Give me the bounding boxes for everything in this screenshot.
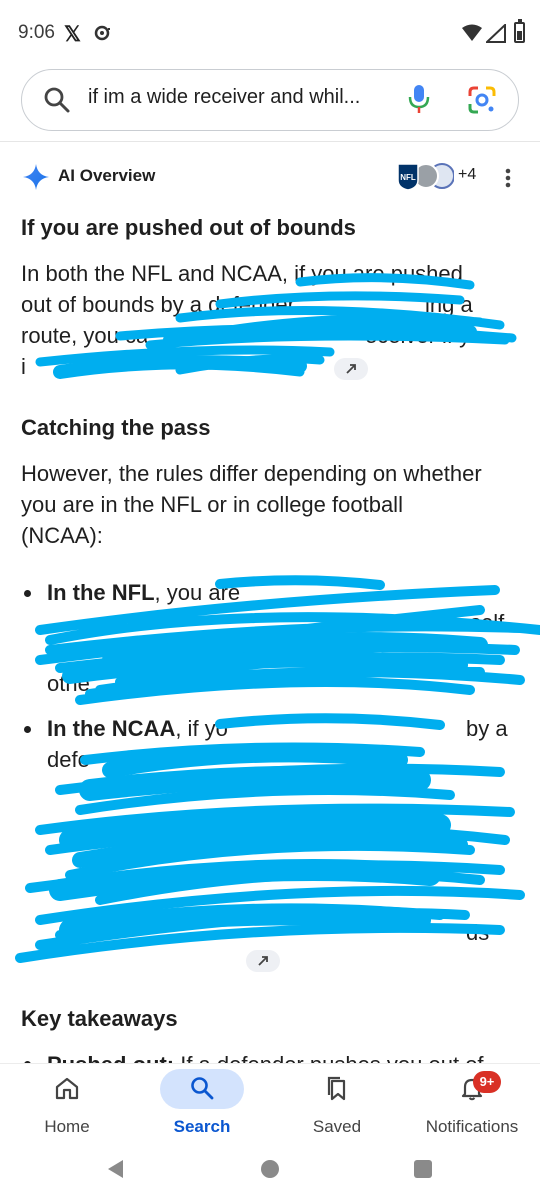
nav-home-label: Home [44,1117,90,1136]
search-icon [191,1077,214,1100]
section1-line2-tail: ing a [425,292,473,317]
battery-icon [514,19,525,43]
bullet1-rest: , you are [154,580,241,605]
search-icon[interactable] [43,86,71,114]
home-system-icon[interactable] [261,1160,279,1178]
recents-icon[interactable] [414,1160,432,1178]
bullet1-line2-tail: self [470,610,505,635]
nav-saved[interactable]: Saved [282,1067,392,1141]
mic-icon[interactable] [407,83,431,115]
section-title-pushed-out: If you are pushed out of bounds [21,215,356,240]
nav-saved-label: Saved [312,1117,362,1136]
section1-line3-tail: eceiver if yo [365,323,483,348]
bullet2-bold: In the NCAA [47,716,176,741]
link-icon [346,364,356,374]
header-divider [0,141,540,142]
ai-sparkle-icon [23,164,49,190]
bullet-dot [24,726,31,733]
bullet2-line1-tail: by a [466,716,508,741]
bullet2-line2: defe [47,747,90,772]
x-app-icon: 𝕏 [64,23,81,46]
bullet2-line1: In the NCAA, if yo [47,713,287,744]
section1-line3: route, you ca [21,323,149,348]
link-icon [258,956,268,966]
takeaway-line1: Pushed out: If a defender pushes you out… [47,1049,540,1063]
section2-line3: (NCAA): [21,523,103,548]
source-icons[interactable]: NFL [394,160,454,192]
section-title-key-takeaways: Key takeaways [21,1006,178,1031]
search-input[interactable]: if im a wide receiver and whil... [88,86,360,109]
google-lens-icon[interactable] [466,84,498,116]
nav-home[interactable]: Home [12,1067,122,1141]
home-icon [55,1077,79,1100]
section1-line4: i [21,354,26,379]
section2-line2: you are in the NFL or in college footbal… [21,492,403,517]
takeaway-rest: If a defender pushes you out of [174,1052,483,1063]
section2-line1: However, the rules differ depending on w… [21,461,482,486]
bullet2-line7-tail: ds [466,920,490,945]
bullet1-line4: othe [47,671,90,696]
ai-overview-label: AI Overview [58,166,156,185]
section1-line1: In both the NFL and NCAA, if you are pus… [21,261,463,286]
back-icon[interactable] [105,1158,125,1180]
nav-notifications-label: Notifications [425,1117,519,1136]
signal-icon [486,24,506,43]
more-options-icon[interactable] [500,164,516,192]
citation-link-chip[interactable] [334,358,368,380]
status-time: 9:06 [18,22,55,43]
takeaway-bold: Pushed out: [47,1052,174,1063]
section-title-catching: Catching the pass [21,415,211,440]
citation-link-chip[interactable] [246,950,280,972]
nav-search-label: Search [173,1117,231,1136]
nfl-logo-text: NFL [400,173,416,182]
bullet1-line1: In the NFL, you are [47,577,247,608]
nav-search[interactable]: Search [147,1067,257,1141]
bullet1-bold: In the NFL [47,580,155,605]
notification-dot-icon [94,25,110,41]
status-bar [0,0,540,60]
notification-badge: 9+ [473,1071,501,1093]
wifi-icon [462,24,482,41]
sources-more-count[interactable]: +4 [458,166,476,184]
bullet-dot [24,590,31,597]
bullet2-rest: , if yo [175,716,228,741]
nav-notifications[interactable]: Notifications [417,1067,527,1141]
saved-collections-icon [327,1076,346,1101]
section1-line2: out of bounds by a defender [21,292,295,317]
